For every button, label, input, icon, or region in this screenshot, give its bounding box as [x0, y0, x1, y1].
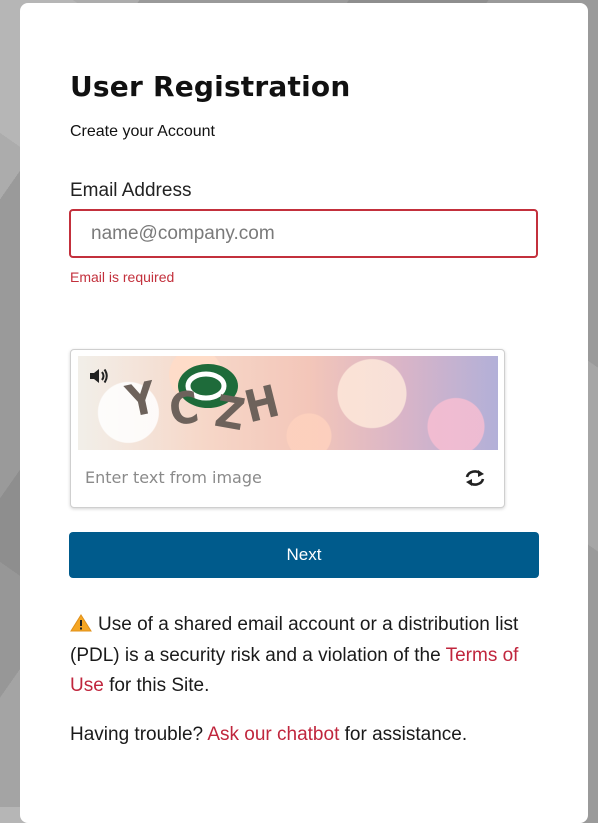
- captcha-input[interactable]: [85, 462, 445, 492]
- speaker-icon[interactable]: [88, 366, 110, 386]
- warning-icon: [70, 612, 92, 632]
- next-button[interactable]: Next: [69, 532, 539, 578]
- captcha-image: YCZH: [78, 356, 498, 450]
- page-title: User Registration: [70, 70, 351, 103]
- captcha-widget: YCZH: [70, 349, 505, 508]
- page-subtitle: Create your Account: [70, 123, 215, 140]
- email-error-message: Email is required: [70, 269, 175, 285]
- registration-card: User Registration Create your Account Em…: [20, 3, 588, 823]
- help-suffix: for assistance.: [344, 724, 468, 745]
- email-field[interactable]: [69, 209, 538, 258]
- chatbot-link[interactable]: Ask our chatbot: [207, 724, 339, 745]
- captcha-glyph: H: [240, 375, 285, 433]
- security-notice: Use of a shared email account or a distr…: [70, 610, 540, 702]
- help-text: Having trouble? Ask our chatbot for assi…: [70, 720, 467, 750]
- captcha-glyph: Y: [121, 371, 161, 428]
- email-label: Email Address: [70, 180, 192, 201]
- refresh-icon[interactable]: [463, 468, 487, 488]
- help-prefix: Having trouble?: [70, 724, 204, 745]
- notice-text-end: for this Site.: [109, 675, 210, 696]
